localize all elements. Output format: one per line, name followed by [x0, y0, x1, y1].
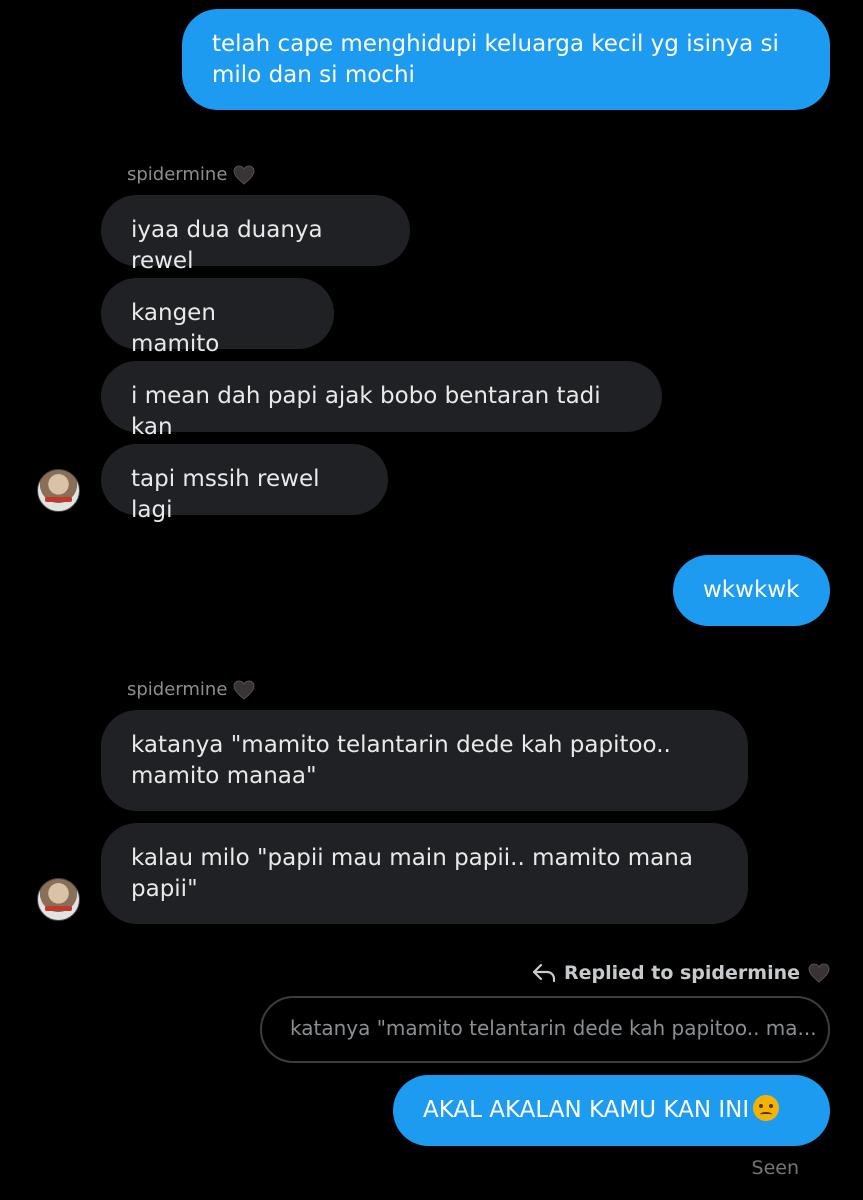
avatar[interactable]	[37, 469, 80, 512]
message-text: kangen mamito	[131, 300, 220, 357]
seen-status: Seen	[751, 1157, 799, 1179]
sender-label: spidermine	[127, 679, 255, 700]
quoted-text: katanya "mamito telantarin dede kah papi…	[290, 1016, 817, 1040]
message-bubble-incoming[interactable]: i mean dah papi ajak bobo bentaran tadi …	[101, 361, 662, 440]
reply-label: Replied to spidermine	[564, 962, 800, 984]
message-bubble-incoming[interactable]: kangen mamito	[101, 278, 334, 357]
message-text: i mean dah papi ajak bobo bentaran tadi …	[131, 383, 601, 440]
sender-name: spidermine	[127, 164, 228, 185]
message-text: katanya "mamito telantarin dede kah papi…	[131, 732, 671, 789]
message-bubble-incoming[interactable]: katanya "mamito telantarin dede kah papi…	[101, 710, 748, 811]
message-bubble-outgoing[interactable]: telah cape menghidupi keluarga kecil yg …	[182, 9, 830, 110]
avatar[interactable]	[37, 878, 80, 921]
message-bubble-outgoing[interactable]: AKAL AKALAN KAMU KAN INI	[393, 1075, 830, 1146]
message-text: tapi mssih rewel lagi	[131, 466, 320, 523]
reply-arrow-icon	[532, 963, 556, 983]
message-text: kalau milo "papii mau main papii.. mamit…	[131, 845, 693, 902]
black-heart-icon	[233, 164, 255, 185]
message-text: wkwkwk	[703, 577, 800, 603]
angry-face-icon	[753, 1095, 780, 1121]
message-bubble-incoming[interactable]: kalau milo "papii mau main papii.. mamit…	[101, 823, 748, 924]
message-text: telah cape menghidupi keluarga kecil yg …	[212, 31, 779, 88]
message-text: iyaa dua duanya rewel	[131, 217, 323, 274]
message-bubble-incoming[interactable]: tapi mssih rewel lagi	[101, 444, 388, 523]
black-heart-icon	[808, 963, 830, 983]
black-heart-icon	[233, 679, 255, 700]
sender-label: spidermine	[127, 164, 255, 185]
sender-name: spidermine	[127, 679, 228, 700]
reply-indicator: Replied to spidermine	[532, 962, 830, 984]
message-text: AKAL AKALAN KAMU KAN INI	[423, 1097, 750, 1123]
message-bubble-outgoing[interactable]: wkwkwk	[673, 555, 830, 626]
quoted-message[interactable]: katanya "mamito telantarin dede kah papi…	[260, 996, 830, 1063]
message-bubble-incoming[interactable]: iyaa dua duanya rewel	[101, 195, 410, 274]
